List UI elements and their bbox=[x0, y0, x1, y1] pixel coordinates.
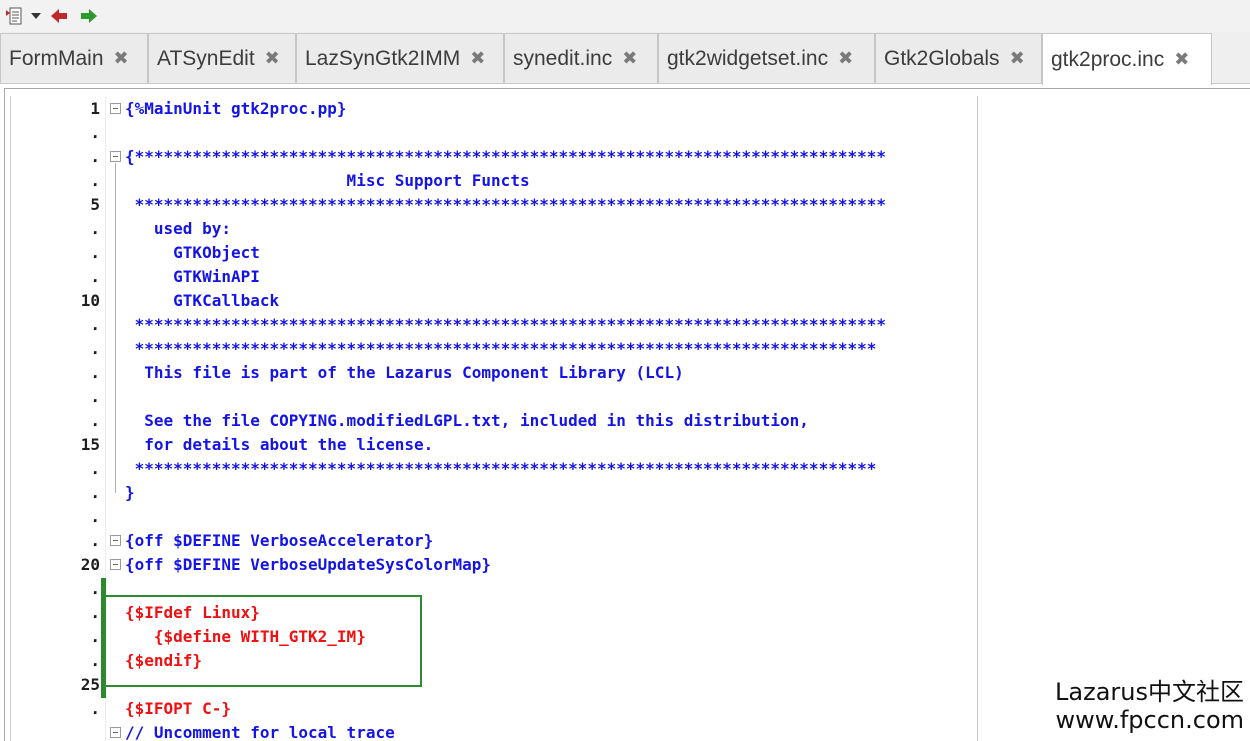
right-margin-line bbox=[977, 96, 978, 741]
watermark-url: www.fpccn.com bbox=[1055, 706, 1244, 734]
line-number: . bbox=[90, 339, 100, 358]
tab-atsynedit[interactable]: ATSynEdit ✖ bbox=[148, 33, 296, 83]
line-number: . bbox=[90, 531, 100, 550]
code-line[interactable]: See the file COPYING.modifiedLGPL.txt, i… bbox=[125, 409, 809, 433]
tab-label: synedit.inc bbox=[513, 46, 613, 70]
line-number: . bbox=[90, 627, 100, 646]
line-number: . bbox=[90, 603, 100, 622]
line-number: . bbox=[90, 579, 100, 598]
tab-label: FormMain bbox=[9, 46, 104, 70]
source-file-icon[interactable] bbox=[2, 5, 24, 27]
close-icon[interactable]: ✖ bbox=[1010, 48, 1025, 69]
line-number: 20 bbox=[80, 555, 100, 574]
fold-toggle-icon[interactable] bbox=[110, 535, 121, 546]
tab-gtk2proc-inc[interactable]: gtk2proc.inc ✖ bbox=[1042, 33, 1212, 85]
tab-label: ATSynEdit bbox=[157, 46, 255, 70]
code-line[interactable]: This file is part of the Lazarus Compone… bbox=[125, 361, 683, 385]
close-icon[interactable]: ✖ bbox=[838, 48, 853, 69]
line-number: . bbox=[90, 267, 100, 286]
watermark-title: Lazarus中文社区 bbox=[1055, 678, 1244, 706]
forward-arrow-icon[interactable] bbox=[78, 5, 100, 27]
line-number: . bbox=[90, 147, 100, 166]
tab-label: LazSynGtk2IMM bbox=[305, 46, 461, 70]
tab-synedit-inc[interactable]: synedit.inc ✖ bbox=[504, 33, 658, 83]
tab-formmain[interactable]: FormMain ✖ bbox=[0, 33, 148, 83]
code-line[interactable]: {off $DEFINE VerboseUpdateSysColorMap} bbox=[125, 553, 491, 577]
line-number: . bbox=[90, 315, 100, 334]
toolbar bbox=[0, 0, 1250, 32]
code-line[interactable]: GTKObject bbox=[125, 241, 260, 265]
code-line[interactable]: {***************************************… bbox=[125, 145, 886, 169]
line-number: 5 bbox=[90, 195, 100, 214]
code-line[interactable]: {$endif} bbox=[125, 649, 202, 673]
code-line[interactable]: {$IFdef Linux} bbox=[125, 601, 260, 625]
line-number: . bbox=[90, 459, 100, 478]
close-icon[interactable]: ✖ bbox=[622, 48, 637, 69]
fold-toggle-icon[interactable] bbox=[110, 559, 121, 570]
line-number: . bbox=[90, 387, 100, 406]
code-line[interactable]: Misc Support Functs bbox=[125, 169, 530, 193]
line-number: 25 bbox=[80, 675, 100, 694]
tab-label: gtk2proc.inc bbox=[1051, 47, 1165, 71]
line-number: . bbox=[90, 363, 100, 382]
line-number: . bbox=[90, 483, 100, 502]
fold-toggle-icon[interactable] bbox=[110, 727, 121, 738]
tab-label: gtk2widgetset.inc bbox=[667, 46, 829, 70]
line-number: 1 bbox=[90, 99, 100, 118]
line-number: . bbox=[90, 651, 100, 670]
line-number: . bbox=[90, 219, 100, 238]
close-icon[interactable]: ✖ bbox=[114, 48, 129, 69]
code-line[interactable]: GTKWinAPI bbox=[125, 265, 260, 289]
fold-guide-line bbox=[115, 163, 116, 493]
close-icon[interactable]: ✖ bbox=[265, 48, 280, 69]
code-line[interactable]: ****************************************… bbox=[125, 457, 877, 481]
code-line[interactable]: ****************************************… bbox=[125, 337, 877, 361]
line-number: . bbox=[90, 171, 100, 190]
code-line[interactable]: {$IFOPT C-} bbox=[125, 697, 231, 721]
back-arrow-icon[interactable] bbox=[48, 5, 70, 27]
code-line[interactable]: } bbox=[125, 481, 135, 505]
code-line[interactable]: {%MainUnit gtk2proc.pp} bbox=[125, 97, 347, 121]
code-line[interactable]: {$define WITH_GTK2_IM} bbox=[125, 625, 366, 649]
code-line[interactable]: {off $DEFINE VerboseAccelerator} bbox=[125, 529, 433, 553]
tab-gtk2globals[interactable]: Gtk2Globals ✖ bbox=[875, 33, 1042, 83]
code-line[interactable]: GTKCallback bbox=[125, 289, 279, 313]
close-icon[interactable]: ✖ bbox=[1174, 49, 1189, 70]
tab-label: Gtk2Globals bbox=[884, 46, 1000, 70]
fold-toggle-icon[interactable] bbox=[110, 151, 121, 162]
code-line[interactable]: // Uncomment for local trace bbox=[125, 721, 395, 741]
line-number: 15 bbox=[80, 435, 100, 454]
code-line[interactable]: ****************************************… bbox=[125, 313, 886, 337]
fold-toggle-icon[interactable] bbox=[110, 103, 121, 114]
line-number: . bbox=[90, 507, 100, 526]
line-number: . bbox=[90, 123, 100, 142]
line-number: . bbox=[90, 243, 100, 262]
code-line[interactable]: ****************************************… bbox=[125, 193, 886, 217]
tab-lazsyngtk2imm[interactable]: LazSynGtk2IMM ✖ bbox=[296, 33, 504, 83]
line-number: . bbox=[90, 699, 100, 718]
line-number: . bbox=[90, 411, 100, 430]
line-number: 10 bbox=[80, 291, 100, 310]
tab-gtk2widgetset-inc[interactable]: gtk2widgetset.inc ✖ bbox=[658, 33, 875, 83]
editor-tab-strip: FormMain ✖ ATSynEdit ✖ LazSynGtk2IMM ✖ s… bbox=[0, 32, 1250, 85]
close-icon[interactable]: ✖ bbox=[470, 48, 485, 69]
code-line[interactable]: used by: bbox=[125, 217, 231, 241]
dropdown-arrow-icon[interactable] bbox=[28, 5, 44, 27]
code-line[interactable]: for details about the license. bbox=[125, 433, 433, 457]
